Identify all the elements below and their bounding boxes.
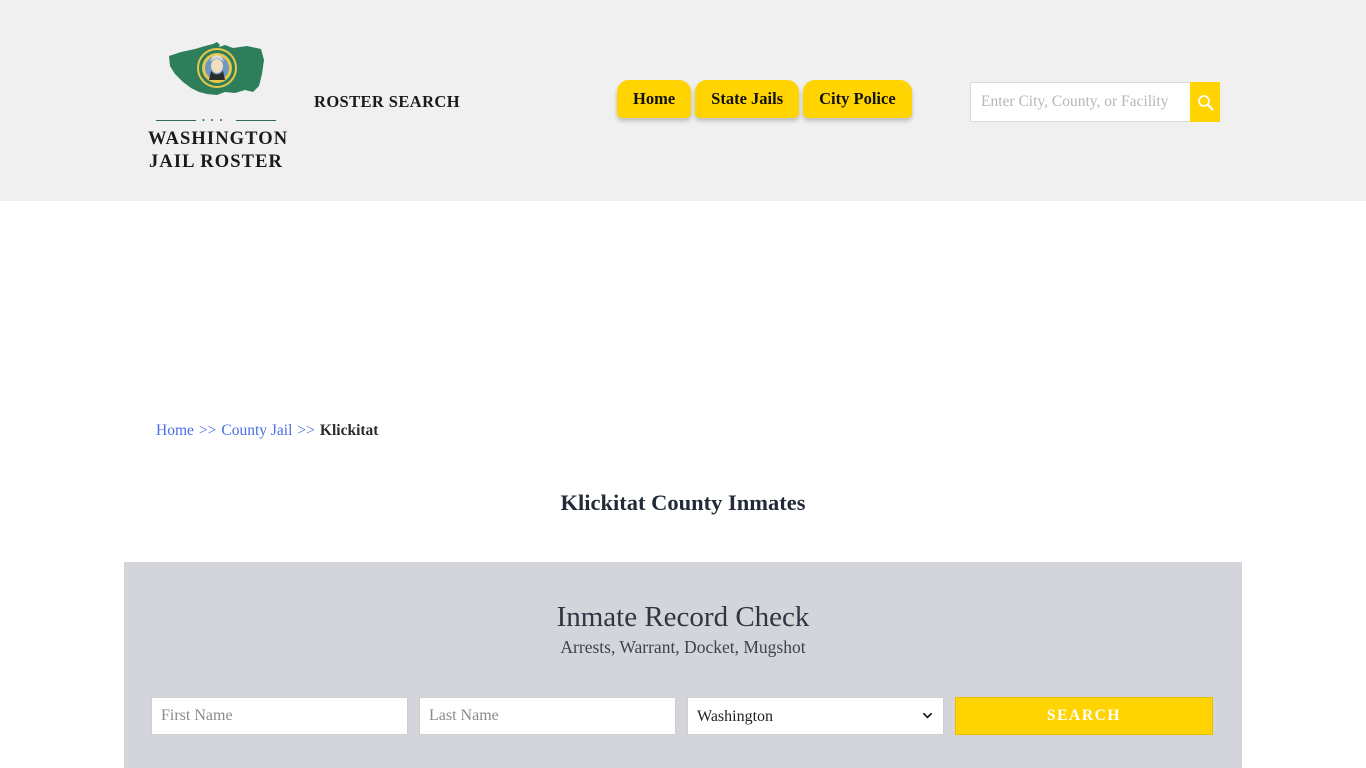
breadcrumb-separator: >>: [198, 422, 217, 439]
state-select-wrapper: Washington: [687, 697, 944, 735]
state-select[interactable]: Washington: [687, 697, 944, 735]
breadcrumb-separator: >>: [297, 422, 315, 439]
site-logo[interactable]: • • • WASHINGTON JAIL ROSTER: [148, 40, 289, 174]
header-search: [970, 82, 1220, 122]
last-name-input[interactable]: [419, 697, 676, 735]
inmate-search-button[interactable]: SEARCH: [955, 697, 1213, 735]
breadcrumb: Home >> County Jail >> Klickitat: [156, 422, 378, 440]
site-header: • • • WASHINGTON JAIL ROSTER ROSTER SEAR…: [0, 0, 1366, 201]
logo-text-line2: JAIL ROSTER: [149, 152, 283, 172]
breadcrumb-item-current: Klickitat: [319, 422, 379, 439]
page-title: Klickitat County Inmates: [560, 490, 806, 516]
record-check-subtitle: Arrests, Warrant, Docket, Mugshot: [560, 637, 806, 657]
logo-text-line1: WASHINGTON: [148, 129, 289, 149]
nav-tab-city-police[interactable]: City Police: [803, 80, 912, 118]
logo-ornament: • • •: [156, 116, 276, 125]
header-search-button[interactable]: [1190, 82, 1220, 122]
main-navigation: Home State Jails City Police: [617, 80, 912, 118]
record-check-title: Inmate Record Check: [556, 601, 810, 633]
inmate-search-form: Washington SEARCH: [151, 697, 1213, 735]
site-tagline: ROSTER SEARCH: [314, 92, 460, 111]
nav-tab-home[interactable]: Home: [617, 80, 692, 118]
search-icon: [1197, 94, 1213, 110]
washington-state-outline-icon: [169, 42, 264, 95]
breadcrumb-item-home[interactable]: Home: [156, 422, 194, 439]
washington-state-icon: [161, 40, 271, 112]
nav-tab-state-jails[interactable]: State Jails: [695, 80, 800, 118]
breadcrumb-item-county-jail[interactable]: County Jail: [221, 422, 292, 439]
inmate-record-check-panel: Inmate Record Check Arrests, Warrant, Do…: [124, 562, 1242, 768]
header-search-input[interactable]: [970, 82, 1190, 122]
first-name-input[interactable]: [151, 697, 408, 735]
